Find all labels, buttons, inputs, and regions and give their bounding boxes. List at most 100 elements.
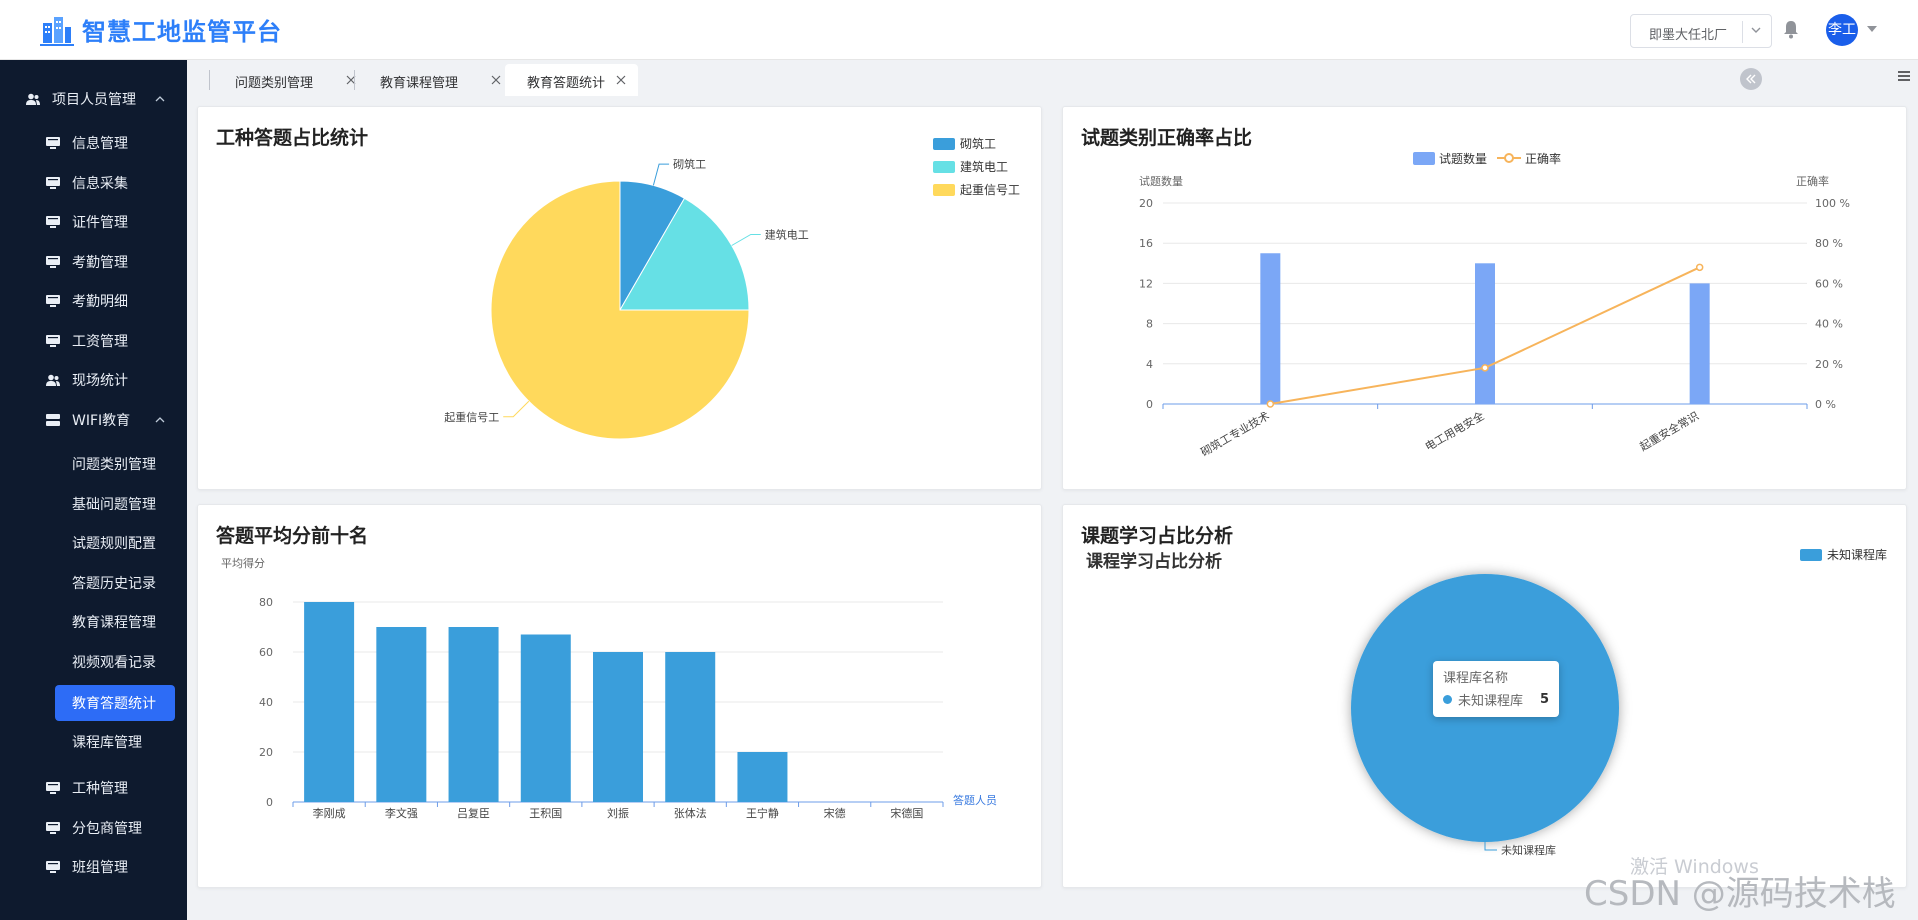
sidebar-item-course-management[interactable]: 教育课程管理 xyxy=(0,602,187,642)
bar xyxy=(376,627,427,802)
x-tick-label: 李文强 xyxy=(385,806,418,820)
tab-answer-stats[interactable]: 教育答题统计 xyxy=(505,64,638,96)
sidebar-item-subcontractors[interactable]: 分包商管理 xyxy=(0,808,187,848)
sidebar-item-answer-stats[interactable]: 教育答题统计 xyxy=(55,685,175,721)
y-tick-label: 20 xyxy=(1139,197,1153,210)
caret-down-icon[interactable] xyxy=(1867,26,1877,32)
tab-course-management[interactable]: 教育课程管理 xyxy=(354,64,501,96)
tabs-bar: 问题类别管理 教育课程管理 教育答题统计 xyxy=(187,60,1918,96)
y2-axis-title: 正确率 xyxy=(1796,174,1829,188)
sidebar-item-label: 信息采集 xyxy=(72,176,128,192)
watermark-csdn: CSDN @源码技术栈 xyxy=(1584,874,1896,914)
select-divider xyxy=(1742,21,1743,43)
bell-icon[interactable] xyxy=(1782,19,1800,39)
bar xyxy=(593,652,643,802)
sidebar-group-label: 项目人员管理 xyxy=(52,92,136,108)
sidebar-item-basic-questions[interactable]: 基础问题管理 xyxy=(0,484,187,524)
sidebar-item-teams[interactable]: 班组管理 xyxy=(0,847,187,887)
sidebar-item-site-stats[interactable]: 现场统计 xyxy=(0,360,187,400)
app-logo[interactable]: 智慧工地监管平台 xyxy=(40,12,282,47)
sidebar-item-label: 视频观看记录 xyxy=(72,655,156,671)
worktype-pie-card: 工种答题占比统计 砌筑工 建筑电工 起重信号工 砌筑工 建筑电工 起重信号工 xyxy=(197,106,1042,490)
monitor-icon xyxy=(46,177,60,189)
menu-icon[interactable] xyxy=(1898,70,1910,82)
users-icon xyxy=(26,93,40,105)
sidebar-item-certificates[interactable]: 证件管理 xyxy=(0,202,187,242)
close-icon[interactable] xyxy=(491,75,501,85)
sidebar-group-wifi[interactable]: WIFI教育 xyxy=(0,400,187,440)
chevron-down-icon xyxy=(1751,27,1761,33)
tooltip-name: 未知课程库 xyxy=(1458,694,1524,709)
y2-tick-label: 40 % xyxy=(1815,318,1843,331)
monitor-icon xyxy=(46,861,60,873)
y-tick-label: 12 xyxy=(1139,277,1153,290)
x-tick-label: 宋德国 xyxy=(890,806,923,820)
legend-swatch xyxy=(933,184,955,196)
pie-label-line xyxy=(503,400,530,418)
monitor-icon xyxy=(46,137,60,149)
monitor-icon xyxy=(46,782,60,794)
bar xyxy=(1689,283,1710,404)
sidebar-item-info-collect[interactable]: 信息采集 xyxy=(0,163,187,203)
tab-question-category[interactable]: 问题类别管理 xyxy=(209,64,356,96)
tab-label: 教育课程管理 xyxy=(380,76,459,91)
users-icon xyxy=(46,374,60,386)
sidebar-group-personnel[interactable]: 项目人员管理 xyxy=(0,79,187,119)
y-axis-title: 试题数量 xyxy=(1139,175,1183,188)
avatar[interactable]: 李工 xyxy=(1826,14,1858,46)
y2-tick-label: 0 % xyxy=(1815,398,1836,411)
sidebar-item-label: 工资管理 xyxy=(72,334,128,350)
double-chevron-left-icon xyxy=(1746,74,1756,84)
sidebar-item-attendance-detail[interactable]: 考勤明细 xyxy=(0,281,187,321)
sidebar-item-course-library[interactable]: 课程库管理 xyxy=(0,722,187,762)
sidebar-item-label: 答题历史记录 xyxy=(72,576,156,592)
legend-label: 建筑电工 xyxy=(960,159,1008,174)
sidebar-item-label: 试题规则配置 xyxy=(72,536,156,552)
sidebar-item-work-types[interactable]: 工种管理 xyxy=(0,768,187,808)
tooltip-value: 5 xyxy=(1539,692,1549,707)
line-point xyxy=(1481,364,1489,372)
tab-separator xyxy=(209,70,210,90)
sidebar-item-exam-rules[interactable]: 试题规则配置 xyxy=(0,523,187,563)
sidebar-item-answer-history[interactable]: 答题历史记录 xyxy=(0,563,187,603)
sidebar-item-info-management[interactable]: 信息管理 xyxy=(0,123,187,163)
y-tick-label: 16 xyxy=(1139,237,1153,250)
monitor-icon xyxy=(46,822,60,834)
sidebar-item-salary[interactable]: 工资管理 xyxy=(0,321,187,361)
monitor-icon xyxy=(46,335,60,347)
sidebar: 项目人员管理 信息管理 信息采集 证件管理 考勤管理 考勤明细 工资管理 现场统… xyxy=(0,60,187,920)
monitor-icon xyxy=(46,256,60,268)
sidebar-item-attendance[interactable]: 考勤管理 xyxy=(0,242,187,282)
sidebar-item-label: 教育答题统计 xyxy=(72,696,156,712)
y-tick-label: 20 xyxy=(259,746,273,759)
sidebar-item-label: 证件管理 xyxy=(72,215,128,231)
legend-swatch xyxy=(933,138,955,150)
x-tick-label: 刘振 xyxy=(607,806,629,820)
bar xyxy=(448,627,499,802)
close-icon[interactable] xyxy=(616,75,626,85)
category-accuracy-chart: 试题数量 正确率试题数量 正确率0 0 %4 20 %8 40 %12 60 %16 80 %… xyxy=(1139,151,1850,459)
top-scores-chart: 平均得分 0 20 40 60 80 答题人员李刚成 李文强 吕复臣 王积国 刘振 张体法 王宁静 宋德 宋… xyxy=(221,557,997,820)
y-tick-label: 8 xyxy=(1146,318,1153,331)
y2-tick-label: 100 % xyxy=(1815,197,1850,210)
legend-label: 未知课程库 xyxy=(1827,547,1887,562)
server-icon xyxy=(46,414,60,426)
y-axis-title: 平均得分 xyxy=(221,557,265,570)
top-scores-card: 答题平均分前十名 平均得分 0 20 40 60 80 答题人员 李刚成 李文强 吕复臣 王积国 刘振… xyxy=(197,504,1042,888)
sidebar-item-question-category[interactable]: 问题类别管理 xyxy=(0,444,187,484)
sidebar-item-label: 课程库管理 xyxy=(72,735,142,751)
sidebar-item-label: 教育课程管理 xyxy=(72,615,156,631)
x-tick-label: 张体法 xyxy=(674,806,707,820)
legend-label: 正确率 xyxy=(1525,151,1561,166)
line-point xyxy=(1695,263,1704,272)
tooltip-row: 未知课程库 5 xyxy=(1443,690,1549,709)
tab-label: 教育答题统计 xyxy=(527,76,606,91)
site-select[interactable]: 即墨大任北厂 xyxy=(1630,14,1772,48)
collapse-tabs-button[interactable] xyxy=(1740,68,1762,90)
y-tick-label: 80 xyxy=(259,596,273,609)
bar xyxy=(520,634,571,802)
chevron-up-icon xyxy=(155,417,165,423)
sidebar-item-video-records[interactable]: 视频观看记录 xyxy=(0,642,187,682)
y2-tick-label: 80 % xyxy=(1815,237,1843,250)
legend-label: 砌筑工 xyxy=(960,136,996,151)
